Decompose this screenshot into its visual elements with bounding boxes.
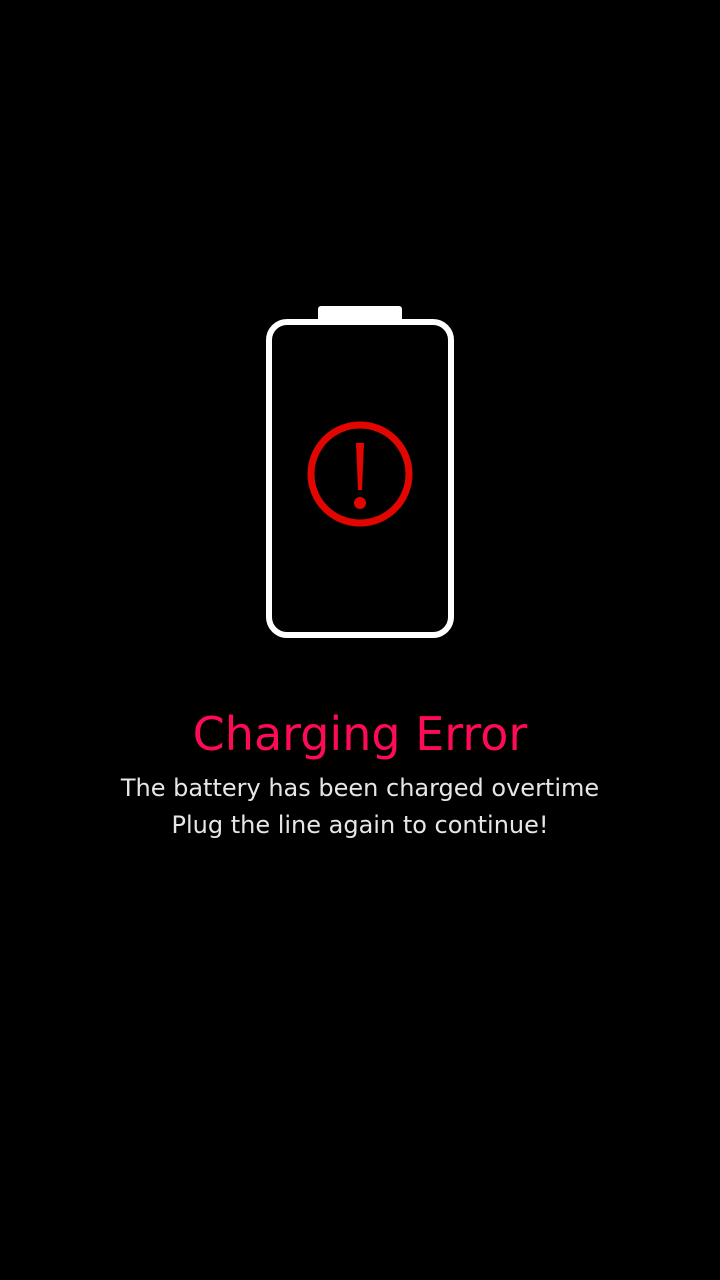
message-line-2: Plug the line again to continue!: [171, 811, 549, 839]
charging-error-screen: [0, 0, 720, 1280]
error-title: Charging Error: [192, 707, 528, 761]
error-message: The battery has been charged overtime Pl…: [0, 770, 720, 844]
warning-icon: [307, 421, 413, 527]
battery-icon: [266, 306, 454, 638]
message-line-1: The battery has been charged overtime: [120, 774, 600, 802]
